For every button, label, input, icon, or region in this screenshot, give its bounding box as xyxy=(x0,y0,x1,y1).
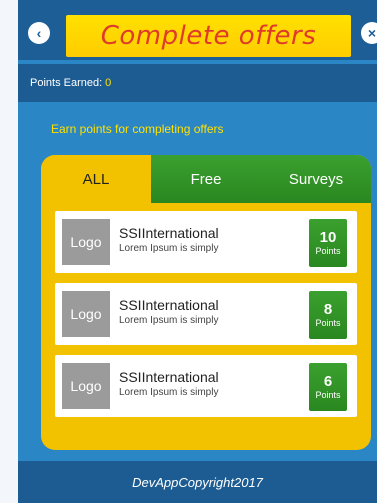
offer-name: SSIInternational xyxy=(119,369,219,385)
offer-name: SSIInternational xyxy=(119,225,219,241)
offer-points-value: 6 xyxy=(323,372,333,390)
offer-logo: Logo xyxy=(62,291,110,337)
points-label: Points Earned: xyxy=(30,77,103,89)
close-icon[interactable]: × xyxy=(361,22,377,44)
page-title: Complete offers xyxy=(100,21,317,51)
points-value: 0 xyxy=(105,77,112,89)
offer-points-value: 10 xyxy=(319,228,337,246)
offer-item[interactable]: Logo SSIInternational Lorem Ipsum is sim… xyxy=(55,355,357,417)
instruction-text: Earn points for completing offers xyxy=(51,122,224,136)
offer-name: SSIInternational xyxy=(119,297,219,313)
app-screen: ‹ Complete offers × Points Earned: 0 Ear… xyxy=(18,0,377,503)
header: ‹ Complete offers × xyxy=(18,0,377,60)
offer-points-value: 8 xyxy=(323,300,333,318)
offers-panel: ALL Free Surveys Logo SSIInternational L… xyxy=(41,155,371,450)
offer-item[interactable]: Logo SSIInternational Lorem Ipsum is sim… xyxy=(55,211,357,273)
offer-points-unit: Points xyxy=(315,246,341,257)
offer-points-unit: Points xyxy=(315,390,341,401)
tab-free[interactable]: Free xyxy=(151,155,261,203)
offer-points-unit: Points xyxy=(315,318,341,329)
offer-item[interactable]: Logo SSIInternational Lorem Ipsum is sim… xyxy=(55,283,357,345)
offer-logo: Logo xyxy=(62,363,110,409)
offer-description: Lorem Ipsum is simply xyxy=(119,387,219,398)
offer-description: Lorem Ipsum is simply xyxy=(119,315,219,326)
offer-logo: Logo xyxy=(62,219,110,265)
offer-points-badge[interactable]: 6 Points xyxy=(309,363,347,411)
tab-all[interactable]: ALL xyxy=(41,155,151,203)
chevron-left-icon[interactable]: ‹ xyxy=(28,22,50,44)
offer-points-badge[interactable]: 8 Points xyxy=(309,291,347,339)
filter-tabs: ALL Free Surveys xyxy=(41,155,371,203)
offer-description: Lorem Ipsum is simply xyxy=(119,243,219,254)
points-earned-bar: Points Earned: 0 xyxy=(18,64,377,102)
tab-surveys[interactable]: Surveys xyxy=(261,155,371,203)
footer-copyright: DevAppCopyright2017 xyxy=(18,461,377,503)
offer-list: Logo SSIInternational Lorem Ipsum is sim… xyxy=(41,211,371,427)
title-banner: Complete offers xyxy=(66,15,351,57)
offer-points-badge[interactable]: 10 Points xyxy=(309,219,347,267)
